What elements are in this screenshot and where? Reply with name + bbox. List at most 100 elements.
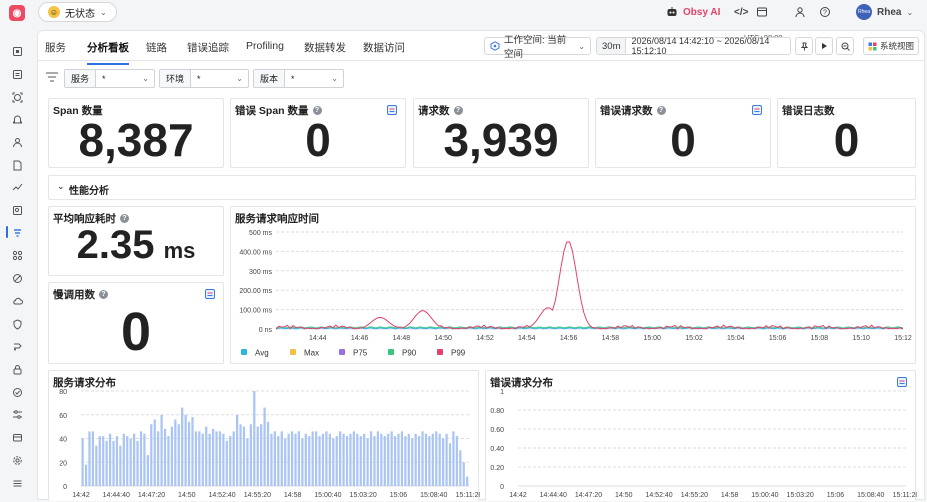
tab-data-forwarding[interactable]: 数据转发 (304, 40, 346, 55)
sidebar-item-lock[interactable] (0, 360, 34, 378)
user-name: Rhea (877, 6, 902, 18)
bar (167, 436, 170, 486)
sidebar-item-security[interactable] (0, 315, 34, 333)
sidebar-item-metrics[interactable] (0, 178, 34, 196)
bar (81, 438, 84, 486)
bar (177, 424, 180, 486)
bar (366, 438, 369, 486)
code-button[interactable]: </> (734, 0, 748, 24)
check-circle-icon (12, 387, 23, 398)
bar-chart-svg[interactable]: 0 20 40 60 80 14:42 14:44:40 14:47:20 14:50 14:52… (49, 371, 480, 502)
bar (424, 433, 428, 486)
y-tick-label: 40 (59, 437, 67, 444)
response-time-chart: 服务请求响应时间 0 ns 100.00 ms 200.00 ms 300 ms 400… (230, 206, 916, 364)
bar (95, 445, 98, 486)
sidebar-collapse[interactable] (0, 474, 34, 492)
sidebar-item-rum[interactable] (0, 269, 34, 287)
version-filter[interactable]: 版本 * ⌄ (253, 69, 344, 88)
bar (260, 424, 263, 486)
play-button[interactable] (815, 37, 833, 55)
x-tick-label: 15:08 (811, 335, 829, 342)
sidebar-item-scan[interactable] (0, 88, 34, 106)
ai-assist-button[interactable] (756, 0, 768, 24)
sidebar-item-search[interactable] (0, 201, 34, 219)
tab-traces[interactable]: 链路 (146, 40, 167, 55)
obsy-ai-button[interactable]: Obsy AI (666, 0, 720, 24)
stat-card-error-log-count: 错误日志数 0 (777, 98, 916, 168)
bar (119, 445, 122, 486)
time-range-picker[interactable]: 30m 2026/08/14 14:42:10 ~ 2026/08/14 15:… (596, 36, 791, 56)
help-icon[interactable]: ? (99, 290, 108, 299)
bar (332, 438, 335, 486)
code-icon: </> (734, 6, 749, 18)
bar (438, 433, 441, 486)
pipeline-icon (12, 341, 23, 352)
x-tick-label: 15:00 (643, 335, 661, 342)
bar (232, 431, 235, 486)
x-tick-label: 14:47:20 (138, 492, 165, 499)
user-settings-button[interactable] (794, 0, 806, 24)
sidebar-item-tasks[interactable] (0, 42, 34, 60)
sidebar-item-billing[interactable] (0, 428, 34, 446)
time-range-value[interactable]: 2026/08/14 14:42:10 ~ 2026/08/14 15:12:1… (626, 36, 790, 56)
sidebar-item-apps[interactable] (0, 246, 34, 264)
y-tick-label: 0.60 (490, 427, 504, 434)
app-logo[interactable]: ◉ (9, 5, 25, 21)
sidebar-item-docs[interactable] (0, 65, 34, 83)
help-button[interactable]: ? (819, 0, 831, 24)
bar (112, 440, 115, 486)
sidebar-item-users[interactable] (0, 133, 34, 151)
section-performance[interactable]: ⌄ 性能分析 (48, 175, 916, 200)
obsy-ai-label: Obsy AI (683, 6, 721, 18)
bar (448, 443, 452, 486)
error-chart-svg[interactable]: 0 0.20 0.40 0.60 0.80 1 14:42 14:44:40 14:47:20 1… (486, 371, 917, 502)
zoom-out-button[interactable] (836, 37, 854, 55)
sidebar-item-apm[interactable] (0, 223, 34, 241)
tab-services[interactable]: 服务 (45, 40, 66, 55)
explore-icon[interactable] (205, 289, 215, 299)
tab-data-access[interactable]: 数据访问 (363, 40, 405, 55)
sidebar-item-synthetic[interactable] (0, 292, 34, 310)
avg-latency-card: 平均响应耗时? 2.35 ms (48, 206, 224, 276)
bar (280, 431, 283, 486)
status-selector[interactable]: ☺ 无状态 ⌄ (38, 2, 117, 22)
system-view-button[interactable]: 系统视图 (863, 37, 919, 55)
bar (314, 431, 318, 486)
bar (462, 462, 465, 486)
sidebar-item-integrations[interactable] (0, 451, 34, 469)
service-filter-label: 服务 (65, 70, 97, 87)
users-icon (12, 137, 23, 148)
sidebar-item-ci[interactable] (0, 337, 34, 355)
pin-button[interactable] (795, 37, 813, 55)
legend-label: P90 (402, 349, 417, 358)
line-chart-svg[interactable]: 0 ns 100.00 ms 200.00 ms 300 ms 400.00 ms 500… (231, 207, 917, 363)
stat-card-error-span-count: 错误 Span 数量? 0 (230, 98, 406, 168)
sidebar-item-status[interactable] (0, 383, 34, 401)
workspace-selector[interactable]: 工作空间: 当前空间 ⌄ (484, 35, 591, 60)
x-tick-label: 14:44:40 (103, 492, 130, 499)
stat-value: 0 (305, 114, 331, 166)
bar (236, 414, 239, 486)
sidebar-item-settings[interactable] (0, 405, 34, 423)
emoji-icon: ☺ (48, 6, 60, 18)
user-menu[interactable]: Rhea Rhea ⌄ (856, 0, 913, 24)
error-distribution-chart: 错误请求分布 0 0.20 0.40 0.60 0.80 1 14:42 14:44:40 14… (485, 370, 917, 502)
tab-profiling[interactable]: Profiling (246, 40, 284, 52)
tab-error-tracking[interactable]: 错误追踪 (187, 40, 229, 55)
filter-icon[interactable] (46, 72, 58, 82)
sidebar-item-logs[interactable] (0, 156, 34, 174)
y-tick-label: 300 ms (249, 269, 272, 276)
help-icon[interactable]: ? (120, 214, 129, 223)
tab-dashboard[interactable]: 分析看板 (87, 40, 129, 65)
legend-label: Max (304, 349, 319, 358)
stat-card-span-count: Span 数量 8,387 (48, 98, 224, 168)
sidebar-item-alerts[interactable] (0, 110, 34, 128)
bar (290, 431, 294, 486)
bar (115, 436, 119, 486)
slow-calls-card: 慢调用数? 0 (48, 282, 224, 364)
range-short[interactable]: 30m (597, 38, 627, 54)
env-filter[interactable]: 环境 * ⌄ (159, 69, 249, 88)
stat-card-request-count: 请求数? 3,939 (413, 98, 589, 168)
bar (153, 419, 156, 486)
service-filter[interactable]: 服务 * ⌄ (64, 69, 155, 88)
